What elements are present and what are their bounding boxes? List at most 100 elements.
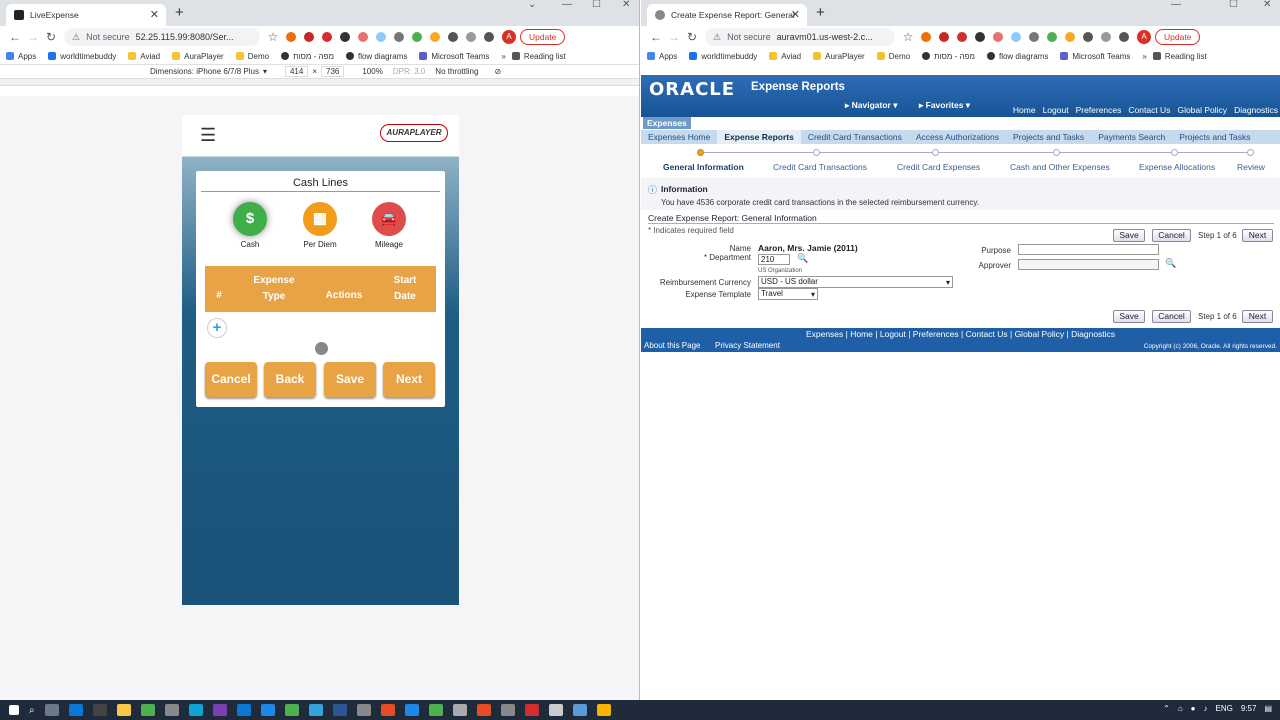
notification-icon[interactable]: ▤ (1264, 704, 1272, 713)
next-button[interactable]: Next (383, 362, 435, 397)
network-icon[interactable]: ⌂ (1178, 704, 1183, 713)
extension-icon[interactable] (975, 32, 985, 42)
extension-icon[interactable] (430, 32, 440, 42)
chevron-up-icon[interactable]: ⌃ (1163, 704, 1170, 713)
chrome-icon[interactable] (140, 704, 155, 716)
back-icon[interactable]: ← (647, 30, 665, 44)
language-indicator[interactable]: ENG (1216, 704, 1233, 713)
extension-icon[interactable] (394, 32, 404, 42)
ie-icon[interactable] (308, 704, 323, 716)
onenote-icon[interactable] (212, 704, 227, 716)
address-bar[interactable]: ⚠ Not secure auravm01.us-west-2.c... (705, 28, 895, 46)
hamburger-menu-icon[interactable]: ☰ (200, 125, 216, 146)
minimize-icon[interactable]: — (1171, 0, 1181, 10)
close-tab-icon[interactable]: ✕ (791, 8, 800, 21)
bookmark-flow-diagrams[interactable]: flow diagrams (345, 52, 407, 61)
extension-icon[interactable] (939, 32, 949, 42)
tab-access-authorizations[interactable]: Access Authorizations (909, 130, 1006, 144)
next-button-top[interactable]: Next (1242, 229, 1273, 242)
bookmark-flow-diagrams[interactable]: flow diagrams (986, 52, 1048, 61)
rotate-icon[interactable]: ⊘ (494, 67, 501, 76)
bookmark-apps[interactable]: Apps (647, 52, 677, 61)
extension-icon[interactable] (993, 32, 1003, 42)
bookmark-aviad[interactable]: Aviad (128, 52, 160, 61)
search-icon[interactable]: ⌕ (29, 705, 35, 716)
extension-icon[interactable] (304, 32, 314, 42)
back-icon[interactable]: ← (6, 30, 24, 44)
tab-expense-reports[interactable]: Expense Reports (717, 130, 801, 144)
search-icon[interactable]: 🔍 (797, 253, 808, 264)
cast-icon[interactable] (1101, 32, 1111, 42)
app-icon[interactable] (164, 704, 179, 716)
save-button-top[interactable]: Save (1113, 229, 1145, 242)
windows-start-icon[interactable] (9, 705, 19, 715)
reading-list[interactable]: Reading list (511, 52, 566, 61)
link-global-policy[interactable]: Global Policy (1177, 105, 1227, 115)
tab-projects-and-tasks-2[interactable]: Projects and Tasks (1172, 130, 1257, 144)
extension-icon[interactable] (1011, 32, 1021, 42)
profile-avatar[interactable]: A (1137, 30, 1151, 44)
link-home[interactable]: Home (1013, 105, 1036, 115)
puzzle-icon[interactable] (448, 32, 458, 42)
cancel-button-bottom[interactable]: Cancel (1152, 310, 1191, 323)
more-bookmarks-icon[interactable]: » (501, 52, 505, 61)
close-tab-icon[interactable]: ✕ (150, 8, 159, 21)
zoom-select[interactable]: 100% (362, 67, 382, 76)
bookmark-worldtimebuddy[interactable]: worldtimebuddy (48, 52, 116, 61)
extension-icon[interactable] (286, 32, 296, 42)
reload-icon[interactable]: ↻ (42, 30, 60, 44)
cancel-button[interactable]: Cancel (205, 362, 257, 397)
close-window-icon[interactable]: ✕ (622, 0, 630, 10)
privacy-statement-link[interactable]: Privacy Statement (715, 341, 780, 350)
profile-avatar[interactable]: A (502, 30, 516, 44)
app-icon[interactable] (92, 704, 107, 716)
close-window-icon[interactable]: ✕ (1263, 0, 1271, 10)
file-explorer-icon[interactable] (116, 704, 131, 716)
chrome-icon[interactable] (596, 704, 611, 716)
extension-icon[interactable] (1065, 32, 1075, 42)
link-contact-us[interactable]: Contact Us (1128, 105, 1170, 115)
next-button-bottom[interactable]: Next (1242, 310, 1273, 323)
tab-expenses-home[interactable]: Expenses Home (641, 130, 717, 144)
extension-icon[interactable] (376, 32, 386, 42)
word-icon[interactable] (332, 704, 347, 716)
bookmark-hebrew[interactable]: מפה - מסות (922, 52, 975, 61)
footer-link-contact-us[interactable]: Contact Us (966, 329, 1008, 339)
tab-expense-report[interactable]: Create Expense Report: General ✕ (647, 4, 807, 26)
extension-icon[interactable] (322, 32, 332, 42)
extension-icon[interactable] (484, 32, 494, 42)
volume-icon[interactable]: ♪ (1204, 704, 1208, 713)
extension-icon[interactable] (1029, 32, 1039, 42)
maximize-icon[interactable]: ☐ (1229, 0, 1238, 10)
update-button[interactable]: Update (1155, 29, 1201, 45)
extension-icon[interactable] (921, 32, 931, 42)
cash-option[interactable]: $ Cash (220, 202, 280, 249)
footer-link-diagnostics[interactable]: Diagnostics (1071, 329, 1115, 339)
favorites-menu[interactable]: ▸ Favorites ▾ (919, 100, 970, 111)
new-tab-icon[interactable]: + (816, 4, 825, 21)
search-icon[interactable]: 🔍 (1165, 258, 1176, 269)
bookmark-hebrew[interactable]: מפה - מסות (281, 52, 334, 61)
add-line-button[interactable]: + (207, 318, 227, 338)
bookmark-demo[interactable]: Demo (235, 52, 269, 61)
tab-projects-and-tasks[interactable]: Projects and Tasks (1006, 130, 1091, 144)
edge-icon[interactable] (188, 704, 203, 716)
tab-liveexpense[interactable]: LiveExpense ✕ (6, 4, 166, 26)
puzzle-icon[interactable] (1083, 32, 1093, 42)
app-icon[interactable] (548, 704, 563, 716)
update-button[interactable]: Update (520, 29, 566, 45)
app-icon[interactable] (284, 704, 299, 716)
link-logout[interactable]: Logout (1043, 105, 1069, 115)
save-button[interactable]: Save (324, 362, 376, 397)
cancel-button-top[interactable]: Cancel (1152, 229, 1191, 242)
bookmark-apps[interactable]: Apps (6, 52, 36, 61)
extension-icon[interactable] (1119, 32, 1129, 42)
whatsapp-icon[interactable] (428, 704, 443, 716)
extension-icon[interactable] (340, 32, 350, 42)
extension-icon[interactable] (358, 32, 368, 42)
bookmark-auraplayer[interactable]: AuraPlayer (813, 52, 865, 61)
app-icon[interactable] (572, 704, 587, 716)
per-diem-option[interactable]: ▦ Per Diem (290, 202, 350, 249)
star-icon[interactable]: ☆ (264, 30, 282, 44)
tab-credit-card-transactions[interactable]: Credit Card Transactions (801, 130, 909, 144)
